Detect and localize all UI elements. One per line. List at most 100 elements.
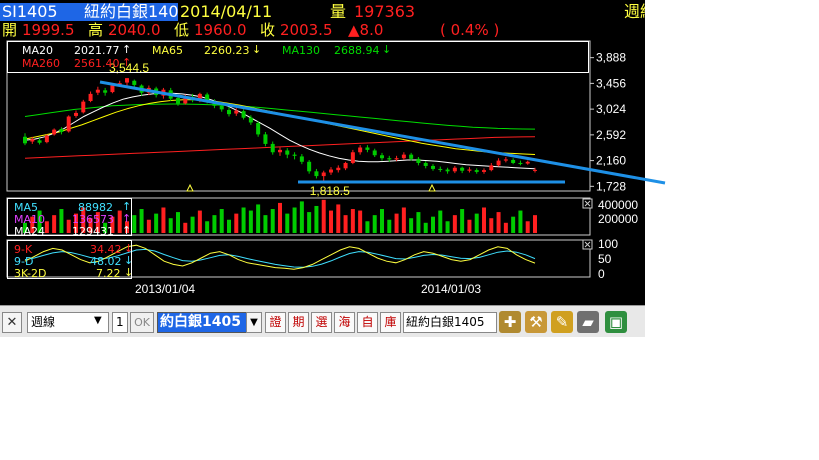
- crosshair-icon[interactable]: ✚: [499, 311, 521, 333]
- candle-body: [518, 162, 523, 164]
- candle-body: [168, 90, 173, 99]
- market-futures-button[interactable]: 期: [288, 312, 309, 333]
- vol-ma10-up-icon: ↑: [122, 212, 132, 225]
- candle-body: [74, 112, 78, 116]
- volume-bar: [474, 213, 479, 233]
- bottom-toolbar: ✕ 週線 ▼ 1 OK 約白銀1405 ▼ 證 期 選 海 自 庫 紐約白銀14…: [0, 305, 645, 337]
- candle-body: [482, 170, 486, 172]
- close-icon[interactable]: ✕: [2, 312, 22, 333]
- vol-ma5-up-icon: ↑: [122, 200, 132, 213]
- kd-tick-label: 50: [598, 252, 612, 266]
- ma130-down-icon: ↓: [382, 43, 392, 56]
- volume-bar: [503, 222, 508, 233]
- vol-ma10-value: 136573: [72, 213, 114, 226]
- ma20-line: [24, 92, 536, 170]
- date-tick-label: 2013/01/04: [135, 282, 195, 296]
- candle-body: [423, 162, 428, 166]
- volume-bar: [496, 212, 501, 233]
- candle-body: [30, 139, 35, 142]
- candle-body: [227, 109, 231, 115]
- candle-body: [212, 101, 217, 106]
- excel-export-icon[interactable]: ▣: [605, 311, 627, 333]
- volume-bar: [256, 204, 261, 233]
- candle-body: [387, 158, 392, 160]
- kd-tick-label: 100: [598, 237, 618, 251]
- candle-body: [358, 147, 363, 153]
- market-overseas-button[interactable]: 海: [334, 312, 355, 333]
- volume-bar: [380, 209, 384, 233]
- candle-body: [467, 169, 472, 171]
- candle-body: [52, 129, 57, 135]
- volume-bar: [234, 213, 239, 233]
- volume-bar: [248, 210, 253, 233]
- candle-body: [503, 159, 508, 161]
- count-input[interactable]: 1: [112, 312, 128, 333]
- kd-legend: 9-K 34.42 ↓ 9-D 48.02 ↓ 3K-2D 7.22 ↓: [7, 240, 134, 280]
- chevron-down-icon: ▼: [250, 317, 258, 328]
- ma65-label: MA65: [152, 44, 184, 57]
- volume-bar: [525, 221, 530, 233]
- symbol-input[interactable]: 約白銀1405: [157, 312, 247, 333]
- close-value: 2003.5: [280, 21, 333, 39]
- marker-triangle: [428, 183, 436, 192]
- candle-body: [431, 165, 435, 169]
- candle-body: [372, 150, 377, 156]
- volume-bar: [533, 215, 537, 233]
- market-custom-button[interactable]: 自: [357, 312, 378, 333]
- ma20-value: 2021.77: [74, 44, 120, 57]
- period-select[interactable]: 週線 ▼: [27, 312, 109, 333]
- volume-bar: [154, 213, 159, 233]
- price-tick-label: 3,024: [596, 102, 626, 116]
- candle-body: [154, 88, 159, 96]
- volume-bar: [205, 221, 210, 233]
- volume-bar: [241, 207, 246, 233]
- high-label: 高: [88, 21, 104, 39]
- ok-button[interactable]: OK: [130, 312, 154, 333]
- candle-body: [125, 78, 129, 83]
- low-label: 低: [174, 21, 190, 39]
- candle-body: [219, 105, 224, 110]
- ma65-value: 2260.23: [204, 44, 250, 57]
- kd-k-label: 9-K: [14, 243, 33, 256]
- candle-body: [343, 162, 348, 169]
- market-library-button[interactable]: 庫: [380, 312, 401, 333]
- change-value: ▲8.0: [348, 21, 384, 39]
- candle-body: [511, 160, 516, 163]
- candle-body: [460, 167, 465, 171]
- volume-bar: [452, 215, 457, 233]
- vol-ma5-value: 88982: [78, 201, 113, 214]
- volume-bar: [197, 210, 202, 233]
- volume-legend: MA5 88982 ↑ MA10 136573 ↑ MA24 129431 ↑: [7, 198, 132, 238]
- candle-body: [117, 83, 122, 86]
- candle-body: [176, 98, 180, 104]
- price-legend: MA20 2021.77 ↑ MA65 2260.23 ↓ MA130 2688…: [7, 41, 589, 73]
- volume-bar: [387, 219, 392, 233]
- candle-body: [474, 170, 479, 172]
- volume-bar: [394, 213, 399, 233]
- count-input-value: 1: [116, 315, 124, 329]
- kd-k-down-icon: ↓: [124, 242, 134, 255]
- kd-j-label: 3K-2D: [14, 267, 47, 280]
- vol-ma24-label: MA24: [14, 225, 46, 238]
- vol-ma5-label: MA5: [14, 201, 39, 214]
- symbol-dropdown-button[interactable]: ▼: [246, 312, 262, 333]
- ma130-value: 2688.94: [334, 44, 380, 57]
- candle-body: [183, 96, 188, 104]
- eraser-icon[interactable]: ▰: [577, 311, 599, 333]
- candle-body: [525, 161, 530, 164]
- market-stock-button[interactable]: 證: [265, 312, 286, 333]
- volume-bar: [146, 219, 151, 233]
- ma65-down-icon: ↓: [252, 43, 262, 56]
- ma130-label: MA130: [282, 44, 321, 57]
- wrench-icon[interactable]: ⚒: [525, 311, 547, 333]
- pencil-icon[interactable]: ✎: [551, 311, 573, 333]
- market-options-button[interactable]: 選: [311, 312, 332, 333]
- ma260-label: MA260: [22, 57, 61, 70]
- candle-body: [44, 135, 49, 143]
- candle-body: [37, 140, 42, 143]
- candle-body: [263, 134, 268, 144]
- symbol-input-value: 約白銀1405: [160, 314, 241, 330]
- volume-label: 量: [330, 2, 347, 21]
- open-label: 開: [2, 21, 18, 39]
- date-tick-label: 2014/01/03: [421, 282, 481, 296]
